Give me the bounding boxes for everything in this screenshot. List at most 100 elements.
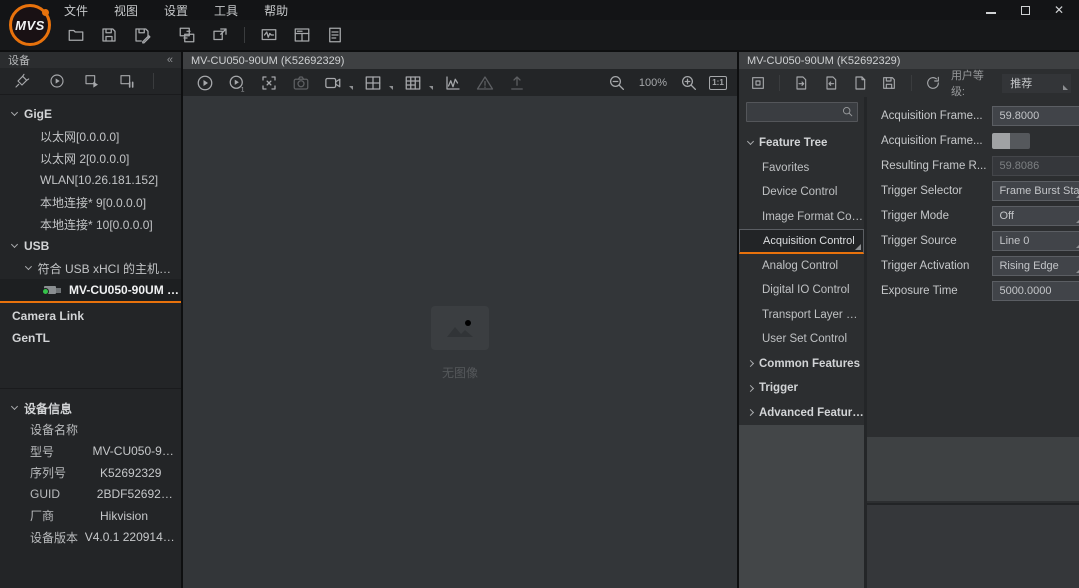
trigger-source-select[interactable]: Line 0 xyxy=(992,231,1079,251)
enumerate-play-icon[interactable] xyxy=(45,69,69,93)
search-icon[interactable] xyxy=(841,105,854,121)
disconnect-icon[interactable] xyxy=(10,69,34,93)
feature-node-common-features[interactable]: Common Features xyxy=(739,352,864,377)
zoom-out-icon[interactable] xyxy=(605,71,629,95)
exposure-time-input[interactable]: 5000.0000 xyxy=(992,281,1079,301)
property-row-trigger-selector: Trigger Selector Frame Burst Star xyxy=(867,181,1079,201)
acquisition-frame-rate-input[interactable]: 59.8000 xyxy=(992,106,1079,126)
info-label: 设备版本 xyxy=(30,529,85,546)
feature-item-acquisition-control[interactable]: Acquisition Control xyxy=(739,229,864,254)
mvs-app-window: 文件 视图 设置 工具 帮助 ✕ MVS 设备 « xyxy=(0,0,1079,588)
close-button[interactable]: ✕ xyxy=(1053,4,1065,16)
info-value: 2BDF52692329 xyxy=(97,487,181,501)
tree-item-local10[interactable]: 本地连接* 10[0.0.0.0] xyxy=(0,213,181,235)
feature-label: Feature Tree xyxy=(759,137,827,149)
feature-item-transport-layer-control[interactable]: Transport Layer Cont... xyxy=(739,303,864,328)
menu-settings[interactable]: 设置 xyxy=(164,2,188,19)
zoom-in-icon[interactable] xyxy=(677,71,701,95)
dock-panel-icon[interactable] xyxy=(747,71,769,95)
tree-label: USB xyxy=(24,239,49,253)
menu-tools[interactable]: 工具 xyxy=(214,2,238,19)
document-icon[interactable] xyxy=(849,71,871,95)
menu-help[interactable]: 帮助 xyxy=(264,2,288,19)
tree-label: 本地连接* 9[0.0.0.0] xyxy=(40,194,146,211)
play-once-icon[interactable] xyxy=(225,71,249,95)
tree-group-usb[interactable]: USB xyxy=(0,235,181,257)
tree-item-ethernet2[interactable]: 以太网 2[0.0.0.0] xyxy=(0,147,181,169)
trigger-activation-select[interactable]: Rising Edge xyxy=(992,256,1079,276)
grid-view-icon[interactable] xyxy=(401,71,425,95)
external-window-icon[interactable] xyxy=(208,23,232,47)
property-label: Trigger Selector xyxy=(881,185,992,197)
tree-group-gige[interactable]: GigE xyxy=(0,103,181,125)
tree-item-local9[interactable]: 本地连接* 9[0.0.0.0] xyxy=(0,191,181,213)
feature-item-device-control[interactable]: Device Control xyxy=(739,180,864,205)
tree-item-wlan[interactable]: WLAN[10.26.181.152] xyxy=(0,169,181,191)
record-icon[interactable] xyxy=(321,71,345,95)
dropdown-caret-icon[interactable] xyxy=(429,86,433,90)
feature-item-user-set-control[interactable]: User Set Control xyxy=(739,327,864,352)
fit-window-icon[interactable] xyxy=(257,71,281,95)
chevron-down-icon xyxy=(11,241,18,248)
user-level-select[interactable]: 推荐 xyxy=(1002,74,1071,93)
import-config-icon[interactable] xyxy=(790,71,812,95)
save-config-icon[interactable] xyxy=(878,71,900,95)
info-row-name: 设备名称 xyxy=(0,419,181,441)
save-as-icon[interactable] xyxy=(130,23,154,47)
play-icon[interactable] xyxy=(193,71,217,95)
split-view-icon[interactable] xyxy=(361,71,385,95)
dropdown-caret-icon[interactable] xyxy=(389,86,393,90)
info-row-vendor: 厂商 Hikvision xyxy=(0,505,181,527)
tree-item-ethernet[interactable]: 以太网[0.0.0.0] xyxy=(0,125,181,147)
collapse-panel-icon[interactable]: « xyxy=(167,54,173,66)
waveform-icon[interactable] xyxy=(257,23,281,47)
trigger-selector-select[interactable]: Frame Burst Star xyxy=(992,181,1079,201)
log-icon[interactable] xyxy=(323,23,347,47)
info-row-version: 设备版本 V4.0.1 220914 8875... xyxy=(0,527,181,549)
property-label: Acquisition Frame... xyxy=(881,110,992,122)
menu-view[interactable]: 视图 xyxy=(114,2,138,19)
feature-panel-toolbar: 用户等级: 推荐 xyxy=(739,69,1079,97)
open-icon[interactable] xyxy=(64,23,88,47)
start-all-icon[interactable] xyxy=(80,69,104,93)
layout-icon[interactable] xyxy=(290,23,314,47)
frame-rate-enable-toggle[interactable] xyxy=(992,133,1030,149)
feature-node-feature-tree[interactable]: Feature Tree xyxy=(739,131,864,156)
one-to-one-icon[interactable]: 1:1 xyxy=(709,76,727,90)
feature-item-analog-control[interactable]: Analog Control xyxy=(739,254,864,279)
feature-label: Transport Layer Cont... xyxy=(762,309,864,321)
info-row-guid: GUID 2BDF52692329 xyxy=(0,484,181,506)
refresh-icon[interactable] xyxy=(922,71,944,95)
resulting-frame-rate-value: 59.8086 xyxy=(992,156,1079,176)
dropdown-caret-icon[interactable] xyxy=(349,86,353,90)
tree-label: 本地连接* 10[0.0.0.0] xyxy=(40,216,153,233)
minimize-button[interactable] xyxy=(985,4,997,16)
trigger-mode-select[interactable]: Off xyxy=(992,206,1079,226)
feature-node-trigger[interactable]: Trigger xyxy=(739,376,864,401)
feature-item-favorites[interactable]: Favorites xyxy=(739,156,864,181)
no-image-text: 无图像 xyxy=(431,364,489,381)
tree-item-usb-host-controller[interactable]: 符合 USB xHCI 的主机控制器 xyxy=(0,257,181,279)
tree-group-gentl[interactable]: GenTL xyxy=(0,327,181,349)
tree-group-cameralink[interactable]: Camera Link xyxy=(0,305,181,327)
feature-panel-body: Feature Tree Favorites Device Control Im… xyxy=(739,97,1079,588)
maximize-button[interactable] xyxy=(1019,4,1031,16)
snapshot-icon xyxy=(289,71,313,95)
export-config-icon[interactable] xyxy=(820,71,842,95)
feature-node-advanced-features[interactable]: Advanced Features xyxy=(739,401,864,426)
save-icon[interactable] xyxy=(97,23,121,47)
feature-item-image-format-control[interactable]: Image Format Control xyxy=(739,205,864,230)
image-canvas[interactable]: 无图像 xyxy=(183,96,737,588)
menu-file[interactable]: 文件 xyxy=(64,2,88,19)
io-swap-icon[interactable] xyxy=(175,23,199,47)
feature-item-digital-io-control[interactable]: Digital IO Control xyxy=(739,278,864,303)
stop-all-icon[interactable] xyxy=(115,69,139,93)
device-info-header[interactable]: 设备信息 xyxy=(0,397,181,419)
info-row-model: 型号 MV-CU050-90UM xyxy=(0,441,181,463)
image-view-tab-title: MV-CU050-90UM (K52692329) xyxy=(191,55,344,67)
histogram-icon[interactable] xyxy=(441,71,465,95)
tree-label: GenTL xyxy=(12,331,50,345)
info-label: 设备名称 xyxy=(30,421,100,438)
tree-item-camera-selected[interactable]: MV-CU050-90UM (K5269... xyxy=(0,279,181,303)
image-view-tab[interactable]: MV-CU050-90UM (K52692329) xyxy=(183,52,737,69)
